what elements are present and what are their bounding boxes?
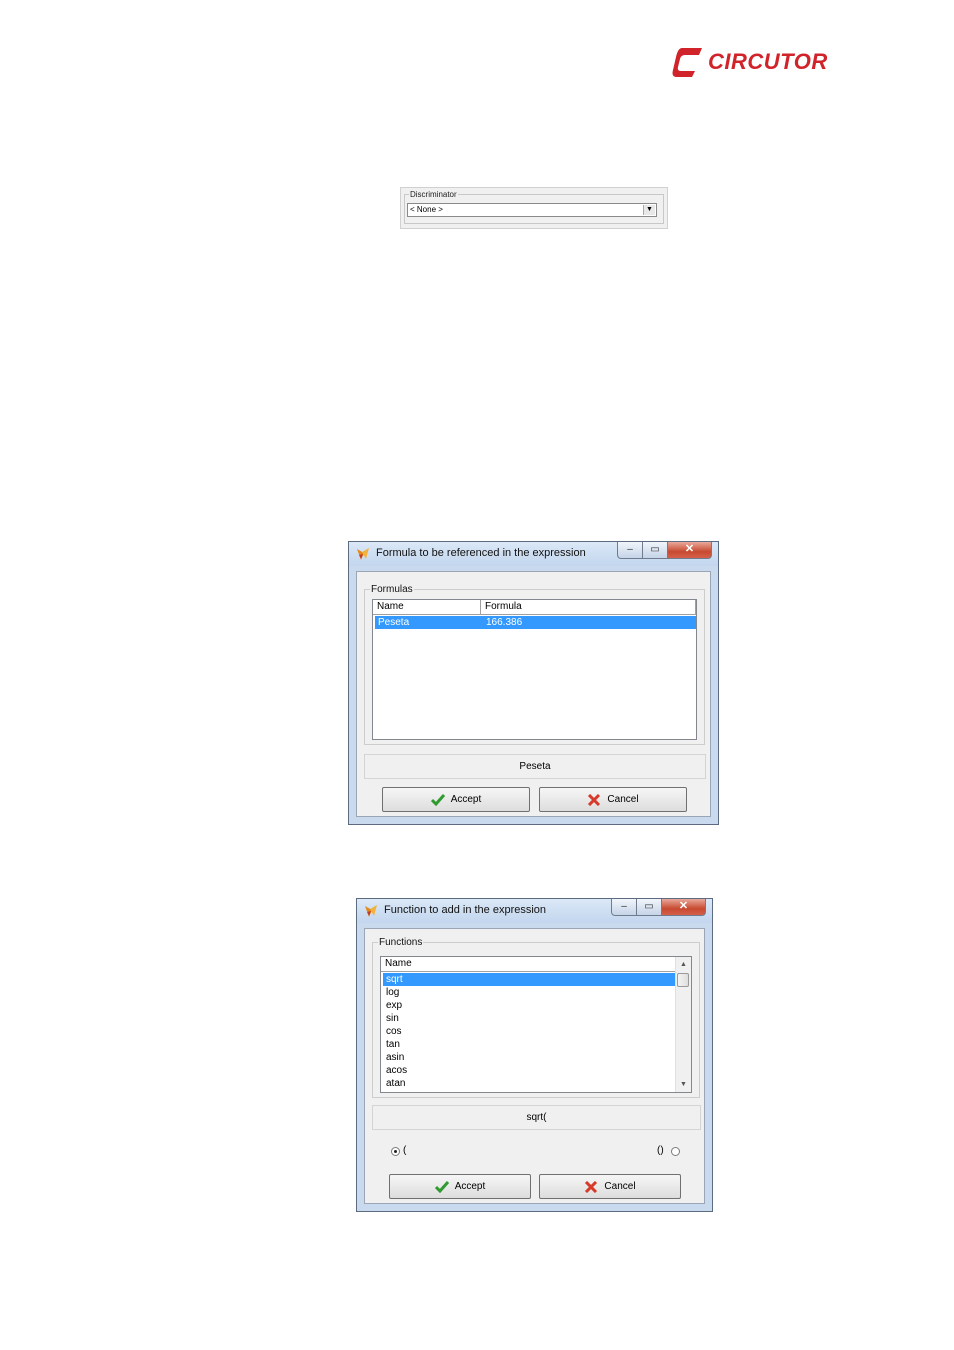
cancel-button[interactable]: Cancel [539, 1174, 681, 1199]
cross-icon [588, 793, 601, 806]
function-name: sqrt [386, 974, 403, 985]
list-item[interactable]: sin [383, 1012, 676, 1025]
column-header-name[interactable]: Name [381, 957, 676, 971]
accept-button[interactable]: Accept [382, 787, 530, 812]
formulas-list[interactable]: Name Formula Peseta 166.386 [372, 599, 697, 740]
function-name: sin [386, 1013, 399, 1024]
app-icon [365, 905, 377, 917]
scroll-thumb[interactable] [677, 973, 689, 987]
column-header-name[interactable]: Name [373, 600, 481, 614]
list-item[interactable]: atan [383, 1077, 676, 1090]
caption-buttons: – ▭ ✕ [611, 899, 706, 917]
formulas-group-label: Formulas [371, 584, 413, 595]
maximize-icon: ▭ [650, 544, 660, 555]
check-icon [430, 793, 445, 806]
preview-text: Peseta [519, 761, 551, 772]
chevron-down-icon[interactable]: ▼ [643, 205, 655, 215]
minimize-icon: – [621, 901, 627, 912]
row-formula: 166.386 [486, 617, 523, 628]
circutor-logo-icon [672, 48, 702, 77]
app-icon [357, 548, 369, 560]
circutor-logo: CIRCUTOR [672, 44, 847, 80]
cancel-button[interactable]: Cancel [539, 787, 687, 812]
logo-text: CIRCUTOR [708, 49, 828, 74]
title-bar[interactable]: Function to add in the expression – ▭ ✕ [357, 899, 712, 923]
cancel-label: Cancel [604, 1181, 636, 1192]
maximize-icon: ▭ [644, 901, 654, 912]
list-scrollbar[interactable]: ▲ ▼ [675, 957, 691, 1092]
scroll-down-icon[interactable]: ▼ [676, 1077, 691, 1092]
list-header: Name [381, 957, 676, 972]
close-icon: ✕ [678, 900, 689, 912]
formula-dialog: Formula to be referenced in the expressi… [348, 541, 719, 825]
check-icon [434, 1180, 449, 1193]
function-name: acos [386, 1065, 408, 1076]
row-name: Peseta [378, 617, 410, 628]
minimize-icon: – [627, 544, 633, 555]
function-name: asin [386, 1052, 405, 1063]
discriminator-panel: Discriminator < None > ▼ [400, 187, 668, 229]
accept-button[interactable]: Accept [389, 1174, 531, 1199]
selection-preview: Peseta [364, 754, 706, 779]
radio-parens-label: () [657, 1145, 664, 1156]
column-header-formula[interactable]: Formula [481, 600, 696, 614]
discriminator-value: < None > [410, 205, 443, 214]
caption-buttons: – ▭ ✕ [617, 542, 712, 560]
maximize-button[interactable]: ▭ [643, 542, 668, 559]
discriminator-label: Discriminator [410, 190, 457, 199]
list-item[interactable]: acos [383, 1064, 676, 1077]
functions-group-label: Functions [379, 937, 423, 948]
discriminator-select[interactable]: < None > ▼ [407, 203, 657, 217]
function-name: cos [386, 1026, 402, 1037]
selection-preview: sqrt( [372, 1105, 701, 1130]
maximize-button[interactable]: ▭ [637, 899, 662, 916]
function-name: atan [386, 1078, 406, 1089]
minimize-button[interactable]: – [611, 899, 637, 916]
dialog-client: Functions Name sqrt log exp sin cos tan asin ac… [364, 928, 705, 1204]
table-row[interactable]: Peseta 166.386 [375, 616, 696, 629]
function-name: tan [386, 1039, 400, 1050]
cross-icon [585, 1180, 598, 1193]
list-item[interactable]: asin [383, 1051, 676, 1064]
dialog-client: Formulas Name Formula Peseta 166.386 Pes… [356, 571, 711, 817]
cancel-label: Cancel [607, 794, 639, 805]
dialog-title: Function to add in the expression [384, 904, 547, 916]
list-item[interactable]: cos [383, 1025, 676, 1038]
function-dialog: Function to add in the expression – ▭ ✕ … [356, 898, 713, 1212]
list-item[interactable]: tan [383, 1038, 676, 1051]
function-name: exp [386, 1000, 403, 1011]
close-button[interactable]: ✕ [668, 542, 712, 559]
list-item[interactable]: log [383, 986, 676, 999]
preview-text: sqrt( [526, 1112, 547, 1123]
list-header: Name Formula [373, 600, 696, 615]
function-name: log [386, 987, 400, 998]
radio-parens[interactable] [671, 1147, 680, 1156]
close-button[interactable]: ✕ [662, 899, 706, 916]
close-icon: ✕ [684, 543, 695, 555]
accept-label: Accept [454, 1181, 486, 1192]
minimize-button[interactable]: – [617, 542, 643, 559]
dialog-title: Formula to be referenced in the expressi… [376, 547, 586, 559]
radio-open-paren-label: ( [403, 1145, 407, 1156]
list-item[interactable]: exp [383, 999, 676, 1012]
functions-list[interactable]: Name sqrt log exp sin cos tan asin acos atan ▲ ▼ [380, 956, 692, 1093]
title-bar[interactable]: Formula to be referenced in the expressi… [349, 542, 718, 566]
scroll-up-icon[interactable]: ▲ [676, 957, 691, 972]
accept-label: Accept [450, 794, 482, 805]
radio-open-paren[interactable] [391, 1147, 400, 1156]
list-item[interactable]: sqrt [383, 973, 676, 986]
